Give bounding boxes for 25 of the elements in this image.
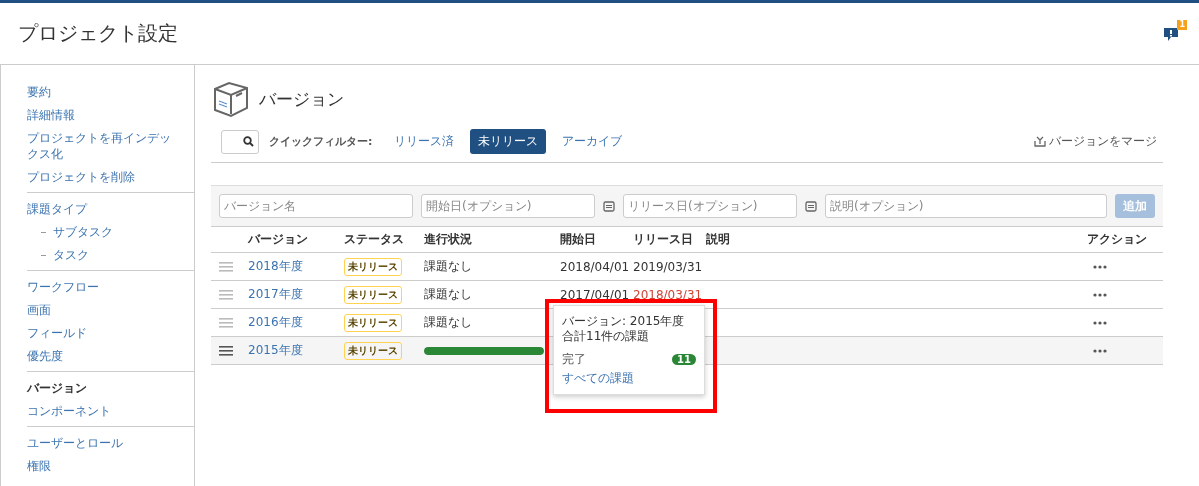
popup-version: バージョン: 2015年度 [562, 314, 686, 329]
column-header: 開始日 [560, 231, 597, 248]
progress-text: 課題なし [424, 314, 473, 331]
start-date: 2017/04/01 [560, 287, 631, 302]
notification-count: 1 [1177, 19, 1187, 30]
done-count: 11 [672, 354, 696, 365]
status-lozenge: 未リリース [344, 285, 402, 304]
progress-text: 課題なし [424, 258, 473, 275]
column-header: 説明 [706, 231, 731, 248]
status-lozenge: 未リリース [344, 341, 402, 360]
column-header: リリース日 [633, 231, 694, 248]
release-date: 2019/03/31 [633, 259, 704, 274]
status-lozenge: 未リリース [344, 257, 402, 276]
quick-filter-label: クイックフィルター: [269, 134, 373, 149]
start-date: 2018/04/01 [560, 259, 631, 274]
progress-text: 課題なし [424, 286, 473, 303]
page-header-title: プロジェクト設定 [18, 20, 178, 47]
column-header: ステータス [344, 231, 405, 248]
done-label: 完了 [562, 352, 586, 367]
column-header: 進行状況 [424, 231, 473, 248]
column-header: アクション [1087, 231, 1148, 248]
column-header: バージョン [248, 231, 309, 248]
page-title: バージョン [259, 87, 344, 111]
status-lozenge: 未リリース [344, 313, 402, 332]
release-date: 2018/03/31 [633, 287, 704, 302]
